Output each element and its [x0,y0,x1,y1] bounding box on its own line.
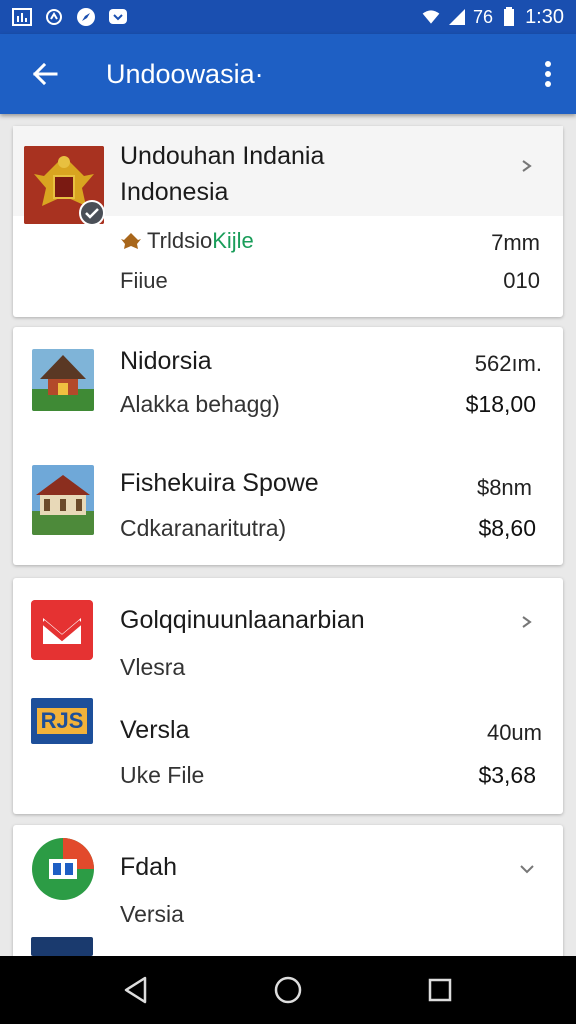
rjs-logo-text: RJS [36,708,88,734]
chevron-down-icon[interactable] [517,859,537,879]
item-price: $18,00 [465,391,536,417]
card-title-line1: Undouhan Indania [120,142,325,170]
file-label: Fiiue [120,268,168,293]
back-button[interactable] [20,49,70,99]
garuda-small-icon [120,230,142,252]
mail-app-icon [31,600,93,660]
item-title: Fdah [120,853,177,881]
app-bar: Undoowasia· [0,34,576,114]
item-subtitle: Vlesra [120,654,186,680]
download-card-indonesia[interactable]: Undouhan Indania Indonesia TrldsioKijle … [13,126,563,317]
nav-recents-button[interactable] [420,970,460,1010]
item-title: Nidorsia [120,347,212,375]
gallery-notification-icon [12,8,32,26]
list-item-fdah[interactable]: Fdah Versia [13,825,563,956]
wifi-icon [421,8,441,26]
item-subtitle: Uke File [120,762,205,788]
item-title: Fishekuira Spowe [120,469,319,497]
item-size: 40um [486,720,542,745]
notification-icons [12,8,128,26]
source-label: TrldsioKijle [147,228,254,254]
square-recents-icon [428,978,452,1002]
item-title: Versla [120,716,190,744]
list-item-fishekuira[interactable]: Fishekuira Spowe $8nm Cdkaranaritutra) $… [13,447,563,559]
item-subtitle: Alakka behagg) [120,391,280,417]
battery-icon [499,7,519,26]
nav-back-button[interactable] [116,970,156,1010]
download-card-fdah: Fdah Versia [13,825,563,965]
item-size: 562ım. [474,351,542,376]
arrow-left-icon [32,62,58,86]
circle-home-icon [274,976,302,1004]
palace-thumbnail [32,465,94,535]
item-price: $8,60 [478,515,536,541]
cell-signal-icon [447,8,467,26]
list-item-golqqin[interactable]: Golqqinuunlaanarbian Vlesra [13,578,563,686]
messenger-notification-icon [44,8,64,26]
compass-notification-icon [76,8,96,26]
page-title: Undoowasia· [106,58,264,89]
signal-text: 76 [473,6,494,27]
chevron-right-icon[interactable] [517,612,537,632]
source-size: 7mm [491,230,540,255]
item-subtitle: Cdkaranaritutra) [120,515,287,541]
source-accent: Kijle [212,228,254,253]
source-prefix: Trldsio [147,228,213,253]
overflow-menu-button[interactable] [536,52,560,96]
more-vertical-icon [545,61,551,87]
nav-home-button[interactable] [268,970,308,1010]
card-title-line2: Indonesia [120,178,229,206]
chat-notification-icon [108,8,128,26]
rjs-app-icon: RJS [31,698,93,744]
item-size: $8nm [476,475,532,500]
list-item-nidorsia[interactable]: Nidorsia 562ım. Alakka behagg) $18,00 [13,327,563,439]
next-item-thumbnail-partial [31,937,93,956]
traditional-house-thumbnail [32,349,94,411]
fdah-app-icon [31,837,95,901]
status-bar: 76 1:30 [0,0,576,34]
chevron-right-icon[interactable] [517,156,537,176]
download-card-nidorsia: Nidorsia 562ım. Alakka behagg) $18,00 Fi… [13,327,563,565]
triangle-back-icon [124,976,147,1004]
file-value: 010 [503,268,540,293]
clock: 1:30 [525,5,564,28]
list-item-versla[interactable]: RJS Versla 40um Uke File $3,68 [13,690,563,808]
system-nav-bar [0,956,576,1024]
item-subtitle: Versia [120,901,184,927]
system-status: 76 1:30 [421,6,564,29]
verified-badge [79,200,105,226]
item-price: $3,68 [478,762,536,788]
check-icon [85,208,99,219]
item-title: Golqqinuunlaanarbian [120,606,365,634]
download-card-golqqin: Golqqinuunlaanarbian Vlesra RJS Versla 4… [13,578,563,814]
